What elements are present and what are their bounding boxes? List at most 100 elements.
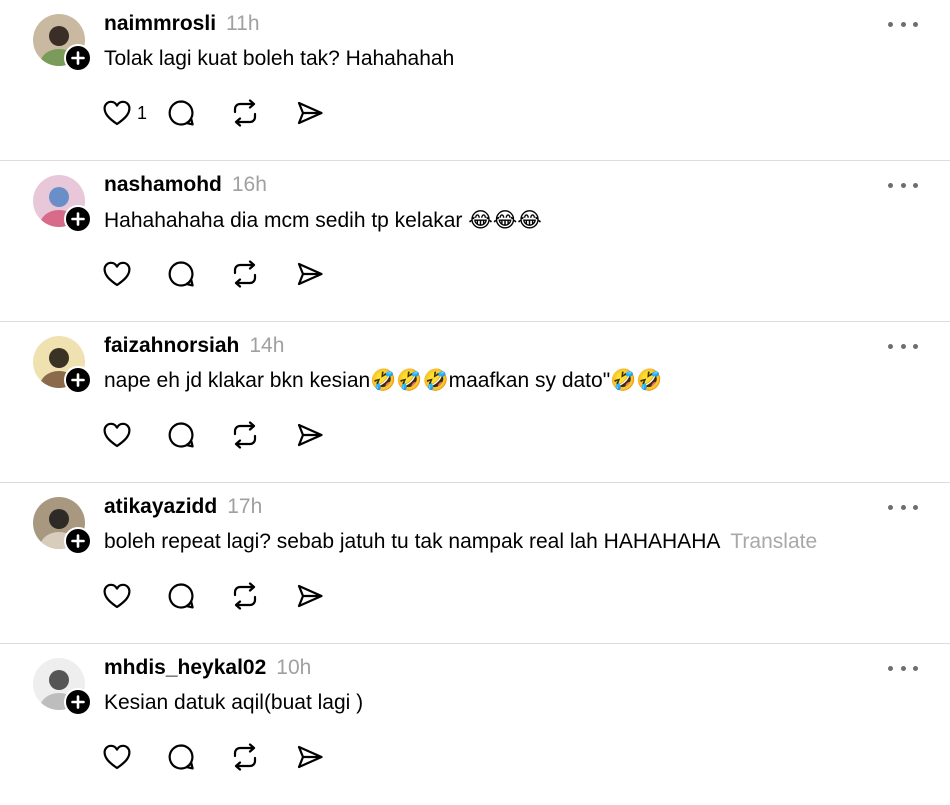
more-dot [913, 504, 918, 510]
more-options-button[interactable] [888, 18, 918, 30]
comment-post: atikayazidd 17h boleh repeat lagi? sebab… [0, 483, 950, 644]
heart-icon [103, 261, 131, 287]
post-header: faizahnorsiah 14h [104, 334, 284, 358]
comment-body: Hahahahaha dia mcm sedih tp kelakar 😂😂😂 [104, 209, 542, 232]
timestamp: 11h [226, 12, 260, 35]
post-header: naimmrosli 11h [104, 12, 260, 36]
timestamp: 17h [227, 495, 263, 518]
comment-post: mhdis_heykal02 10h Kesian datuk aqil(bua… [0, 644, 950, 805]
comment-body: boleh repeat lagi? sebab jatuh tu tak na… [104, 530, 721, 553]
repost-icon [233, 99, 257, 127]
more-dot [900, 21, 906, 27]
reply-button[interactable] [167, 581, 195, 611]
more-dot [888, 21, 893, 27]
repost-icon [233, 743, 257, 771]
plus-icon [71, 373, 85, 387]
share-button[interactable] [296, 742, 324, 772]
comment-icon [168, 744, 194, 770]
like-button[interactable]: 1 [103, 98, 147, 128]
repost-button[interactable] [230, 742, 260, 772]
post-header: mhdis_heykal02 10h [104, 656, 311, 680]
more-options-button[interactable] [888, 179, 918, 191]
follow-button[interactable] [64, 527, 92, 555]
send-icon [297, 423, 323, 447]
repost-button[interactable] [230, 98, 260, 128]
comment-body: Kesian datuk aqil(buat lagi ) [104, 691, 364, 714]
more-dot [913, 665, 918, 671]
comment-icon [168, 583, 194, 609]
plus-icon [71, 212, 85, 226]
comment-post: naimmrosli 11h Tolak lagi kuat boleh tak… [0, 0, 950, 161]
more-dot [888, 504, 893, 510]
comment-icon [168, 422, 194, 448]
more-dot [913, 182, 918, 188]
repost-icon [233, 421, 257, 449]
username[interactable]: faizahnorsiah [104, 334, 239, 358]
more-dot [900, 343, 906, 349]
like-button[interactable] [103, 742, 137, 772]
comment-text: nape eh jd klakar bkn kesian🤣🤣🤣maafkan s… [104, 369, 672, 393]
share-button[interactable] [296, 420, 324, 450]
like-button[interactable] [103, 581, 137, 611]
share-button[interactable] [296, 259, 324, 289]
more-dot [900, 665, 906, 671]
repost-icon [233, 260, 257, 288]
heart-icon [103, 422, 131, 448]
comment-icon [168, 261, 194, 287]
more-dot [913, 343, 918, 349]
like-button[interactable] [103, 420, 137, 450]
comment-feed: naimmrosli 11h Tolak lagi kuat boleh tak… [0, 0, 950, 790]
timestamp: 10h [276, 656, 312, 679]
send-icon [297, 745, 323, 769]
reply-button[interactable] [167, 742, 195, 772]
more-dot [888, 343, 893, 349]
more-options-button[interactable] [888, 501, 918, 513]
username[interactable]: nashamohd [104, 173, 222, 197]
plus-icon [71, 51, 85, 65]
follow-button[interactable] [64, 44, 92, 72]
follow-button[interactable] [64, 205, 92, 233]
comment-text: boleh repeat lagi? sebab jatuh tu tak na… [104, 530, 817, 554]
comment-text: Kesian datuk aqil(buat lagi ) [104, 691, 373, 715]
like-button[interactable] [103, 259, 137, 289]
comment-text: Hahahahaha dia mcm sedih tp kelakar 😂😂😂 [104, 208, 552, 233]
share-button[interactable] [296, 98, 324, 128]
post-header: atikayazidd 17h [104, 495, 262, 519]
post-header: nashamohd 16h [104, 173, 267, 197]
more-options-button[interactable] [888, 340, 918, 352]
comment-post: nashamohd 16h Hahahahaha dia mcm sedih t… [0, 161, 950, 322]
send-icon [297, 584, 323, 608]
send-icon [297, 262, 323, 286]
comment-icon [168, 100, 194, 126]
share-button[interactable] [296, 581, 324, 611]
plus-icon [71, 695, 85, 709]
timestamp: 14h [249, 334, 285, 357]
heart-icon [103, 583, 131, 609]
username[interactable]: atikayazidd [104, 495, 217, 519]
comment-body: nape eh jd klakar bkn kesian🤣🤣🤣maafkan s… [104, 369, 663, 392]
repost-button[interactable] [230, 420, 260, 450]
translate-link[interactable]: Translate [730, 530, 817, 553]
username[interactable]: mhdis_heykal02 [104, 656, 266, 680]
repost-button[interactable] [230, 581, 260, 611]
follow-button[interactable] [64, 366, 92, 394]
more-dot [913, 21, 918, 27]
repost-button[interactable] [230, 259, 260, 289]
more-dot [888, 182, 893, 188]
reply-button[interactable] [167, 98, 195, 128]
heart-icon [103, 100, 131, 126]
reply-button[interactable] [167, 259, 195, 289]
send-icon [297, 101, 323, 125]
more-options-button[interactable] [888, 662, 918, 674]
comment-post: faizahnorsiah 14h nape eh jd klakar bkn … [0, 322, 950, 483]
more-dot [900, 182, 906, 188]
comment-body: Tolak lagi kuat boleh tak? Hahahahah [104, 47, 455, 70]
timestamp: 16h [231, 173, 267, 196]
reply-button[interactable] [167, 420, 195, 450]
more-dot [900, 504, 906, 510]
more-dot [888, 665, 893, 671]
repost-icon [233, 582, 257, 610]
follow-button[interactable] [64, 688, 92, 716]
like-count: 1 [137, 102, 148, 123]
username[interactable]: naimmrosli [104, 12, 216, 36]
